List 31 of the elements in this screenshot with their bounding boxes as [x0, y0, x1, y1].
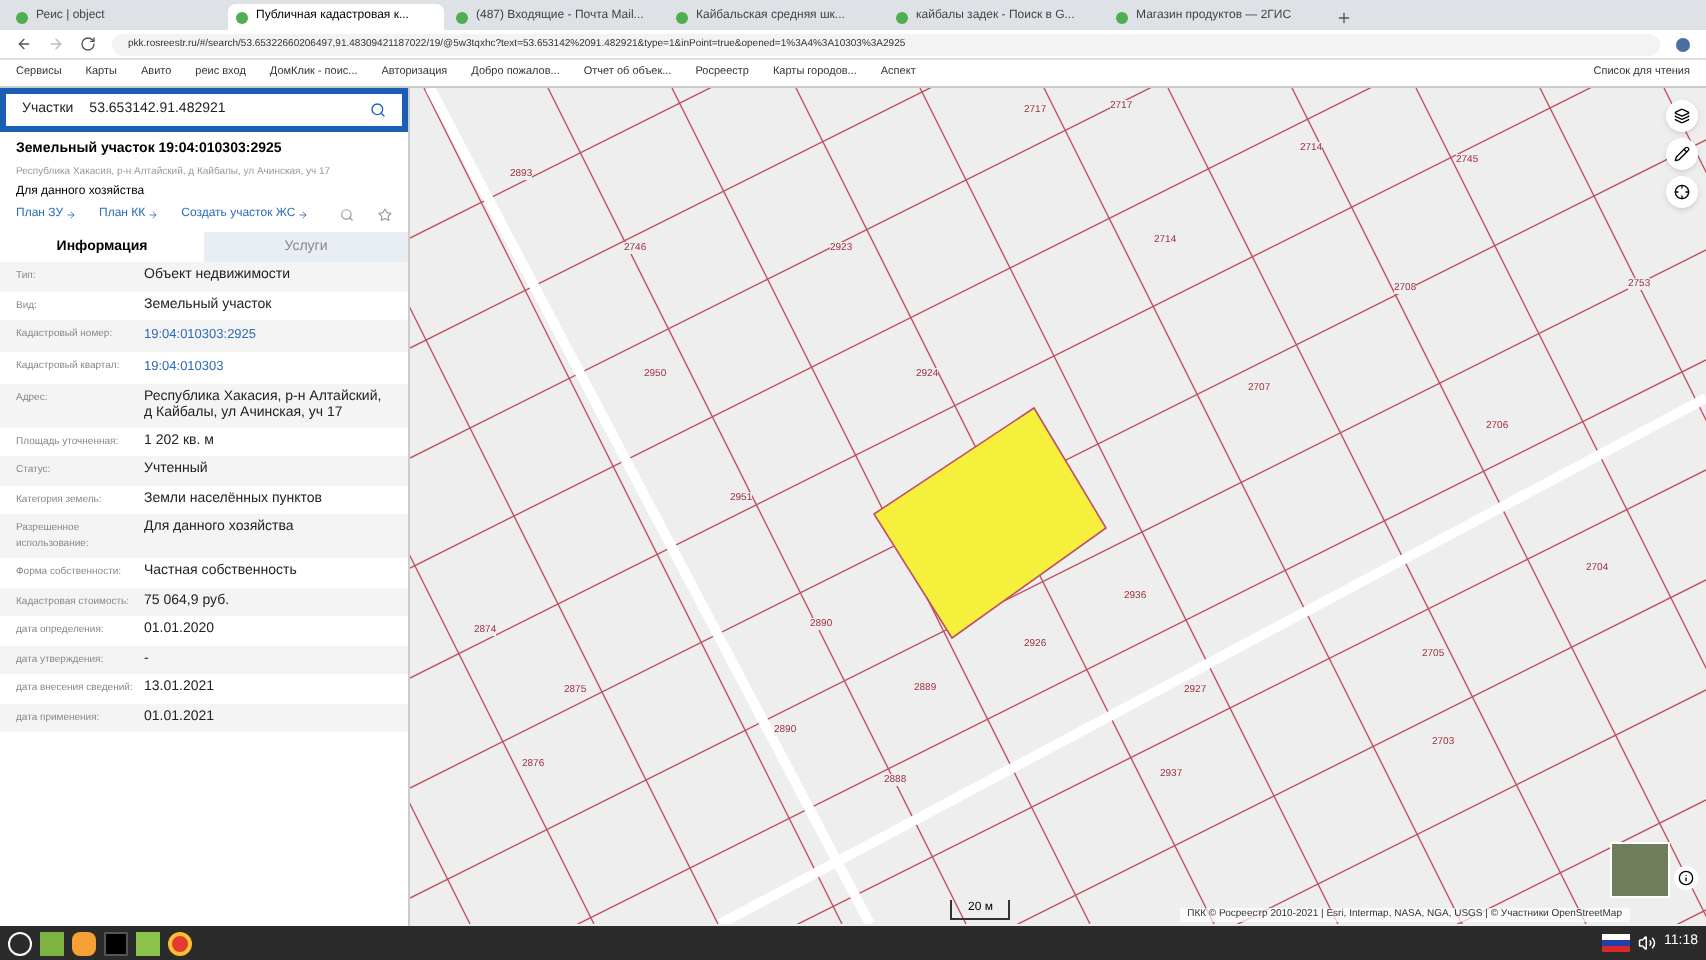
arrow-icon — [297, 210, 308, 220]
layers-button[interactable] — [1666, 100, 1698, 132]
menu-icon[interactable] — [8, 931, 32, 955]
new-tab-icon[interactable] — [1336, 10, 1352, 26]
back-icon[interactable] — [16, 36, 32, 52]
favicon-icon — [456, 11, 468, 23]
arrow-icon — [65, 210, 75, 220]
pencil-icon — [1674, 146, 1690, 162]
layers-icon — [1674, 108, 1690, 124]
highlighted-parcel[interactable] — [872, 406, 1108, 640]
star-icon[interactable] — [378, 208, 392, 222]
terminal-icon[interactable] — [104, 931, 128, 955]
arrow-icon — [147, 210, 158, 220]
satellite-thumbnail[interactable] — [1610, 842, 1670, 898]
favicon-icon — [1116, 11, 1128, 23]
app-icon[interactable] — [72, 931, 96, 955]
search-icon[interactable] — [370, 102, 386, 118]
info-button[interactable] — [1674, 866, 1698, 890]
browser-icon[interactable] — [168, 931, 192, 955]
crosshair-icon — [1674, 184, 1690, 200]
ruler-button[interactable] — [1666, 138, 1698, 170]
favicon-icon — [896, 11, 908, 23]
reload-icon[interactable] — [80, 36, 96, 52]
profile-icon[interactable] — [1676, 37, 1690, 51]
locate-button[interactable] — [1666, 176, 1698, 208]
volume-icon[interactable] — [1638, 934, 1656, 952]
favicon-icon — [676, 11, 688, 23]
favicon-icon — [16, 11, 28, 23]
flag-icon — [1602, 934, 1630, 952]
info-icon — [1678, 870, 1694, 886]
favicon-icon — [236, 11, 248, 23]
